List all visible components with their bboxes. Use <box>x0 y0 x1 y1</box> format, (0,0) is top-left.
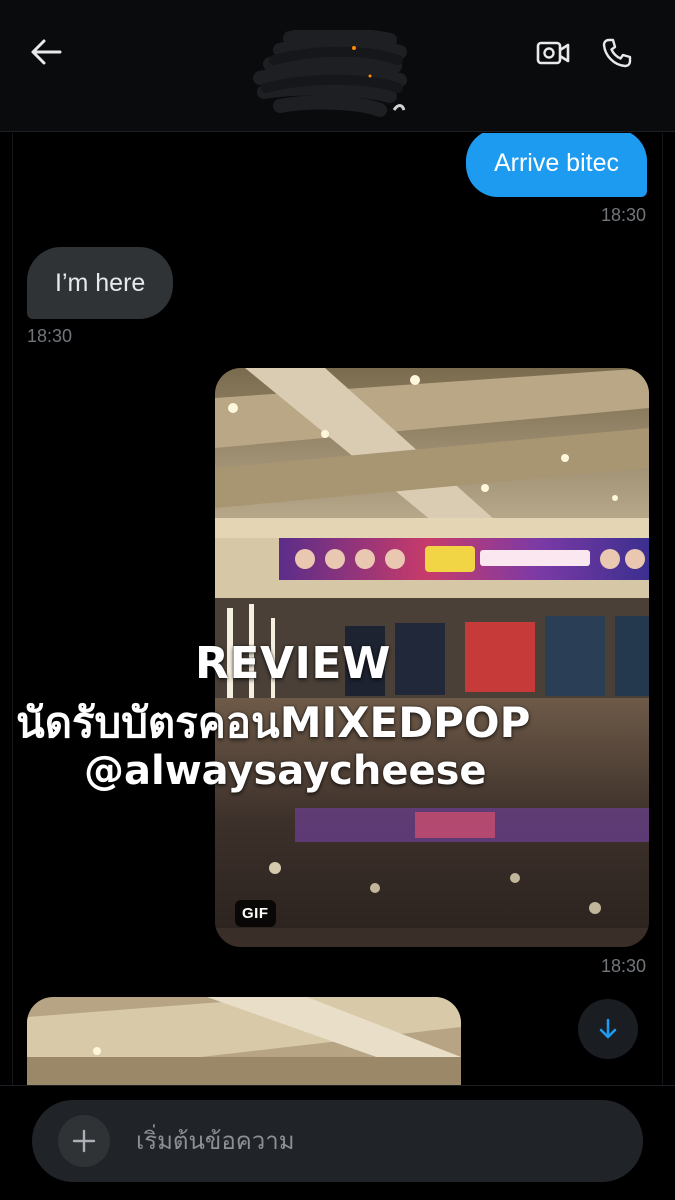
outgoing-message[interactable]: Arrive bitec <box>465 133 647 197</box>
plus-icon <box>72 1129 96 1153</box>
image-message[interactable] <box>27 997 461 1085</box>
voice-message-button[interactable] <box>578 1120 618 1162</box>
message-timestamp: 18:30 <box>600 205 646 225</box>
scroll-to-bottom-button[interactable] <box>578 999 638 1059</box>
gif-message[interactable]: GIF <box>215 368 649 947</box>
redaction-scribble <box>253 30 407 117</box>
video-call-icon <box>536 41 570 65</box>
message-timestamp: 18:30 <box>600 956 646 976</box>
venue-photo <box>215 368 649 947</box>
contact-name[interactable] <box>250 30 420 120</box>
gif-badge: GIF <box>235 900 276 927</box>
phone-icon <box>602 38 632 68</box>
video-call-button[interactable] <box>528 30 578 76</box>
voice-call-button[interactable] <box>592 30 642 76</box>
message-composer <box>32 1100 643 1182</box>
arrow-left-icon <box>31 39 62 65</box>
message-input[interactable] <box>136 1121 556 1161</box>
venue-photo-2 <box>27 997 461 1085</box>
voice-waveform-icon <box>583 1125 611 1157</box>
back-button[interactable] <box>24 32 68 72</box>
message-list[interactable]: Arrive bitec 18:30 I’m here 18:30 GIF 18… <box>12 133 663 1085</box>
chat-header <box>0 0 675 132</box>
incoming-message[interactable]: I’m here <box>27 247 174 319</box>
arrow-down-icon <box>599 1018 617 1039</box>
add-attachment-button[interactable] <box>58 1115 110 1167</box>
composer-area <box>0 1085 675 1200</box>
message-timestamp: 18:30 <box>27 326 73 346</box>
